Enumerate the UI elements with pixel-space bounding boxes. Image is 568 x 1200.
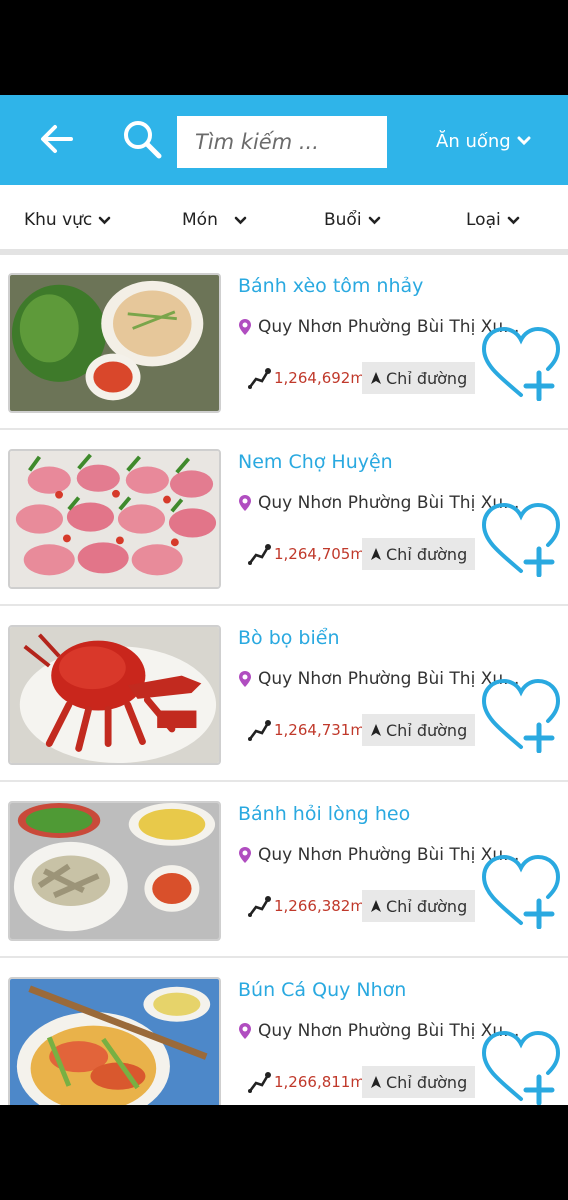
food-image [8,273,221,413]
distance-row: 1,266,382m Chỉ đường [248,890,476,922]
filter-label: Khu vực [24,210,93,230]
list-item[interactable]: Bò bọ biển Quy Nhơn Phường Bùi Thị Xu...… [0,607,568,782]
route-icon [248,368,271,389]
food-image [8,625,221,765]
back-button[interactable] [34,117,78,161]
chevron-down-icon [517,136,531,146]
navigation-bar-area [0,1105,568,1200]
item-title[interactable]: Bánh xèo tôm nhảy [238,275,423,297]
navigation-arrow-icon [371,1076,381,1088]
header-bar: Ăn uống [0,95,568,185]
location-pin-icon [239,495,251,511]
list-item[interactable]: Nem Chợ Huyện Quy Nhơn Phường Bùi Thị Xu… [0,431,568,606]
filter-label: Món [182,210,218,230]
filter-area[interactable]: Khu vực [24,210,111,230]
filter-label: Buổi [324,210,362,230]
route-icon [248,896,271,917]
directions-button[interactable]: Chỉ đường [362,714,476,746]
chevron-down-icon [507,216,520,224]
food-image [8,977,221,1105]
filter-label: Loại [466,210,501,230]
item-title[interactable]: Bánh hỏi lòng heo [238,803,410,825]
filter-meal-time[interactable]: Buổi [324,210,381,230]
directions-label: Chỉ đường [386,1072,468,1092]
distance-row: 1,264,705m Chỉ đường [248,538,476,570]
directions-button[interactable]: Chỉ đường [362,1066,476,1098]
location-pin-icon [239,847,251,863]
item-title[interactable]: Nem Chợ Huyện [238,451,393,473]
add-favorite-heart-icon[interactable] [480,853,562,929]
route-icon [248,720,271,741]
directions-label: Chỉ đường [386,896,468,916]
route-icon [248,544,271,565]
distance-row: 1,266,811m Chỉ đường [248,1066,476,1098]
add-favorite-heart-icon[interactable] [480,677,562,753]
food-image [8,801,221,941]
distance-text: 1,266,811m [274,1073,362,1091]
chevron-down-icon [98,216,111,224]
item-title[interactable]: Bò bọ biển [238,627,340,649]
search-button[interactable] [118,115,166,163]
category-dropdown[interactable]: Ăn uống [436,127,531,155]
location-pin-icon [239,1023,251,1039]
search-icon [124,121,162,159]
directions-label: Chỉ đường [386,368,468,388]
chevron-down-icon [234,216,247,224]
directions-button[interactable]: Chỉ đường [362,538,476,570]
distance-text: 1,266,382m [274,897,362,915]
navigation-arrow-icon [371,900,381,912]
navigation-arrow-icon [371,372,381,384]
distance-row: 1,264,731m Chỉ đường [248,714,476,746]
distance-text: 1,264,692m [274,369,362,387]
location-pin-icon [239,671,251,687]
app-screen: Ăn uống Khu vực Món Buổi Loại [0,95,568,1105]
list-item[interactable]: Bánh hỏi lòng heo Quy Nhơn Phường Bùi Th… [0,783,568,958]
distance-text: 1,264,705m [274,545,362,563]
filter-bar: Khu vực Món Buổi Loại [0,195,568,249]
arrow-left-icon [41,125,73,153]
directions-label: Chỉ đường [386,544,468,564]
navigation-arrow-icon [371,724,381,736]
directions-label: Chỉ đường [386,720,468,740]
add-favorite-heart-icon[interactable] [480,501,562,577]
directions-button[interactable]: Chỉ đường [362,362,476,394]
add-favorite-heart-icon[interactable] [480,1029,562,1105]
filter-type[interactable]: Loại [466,210,520,230]
chevron-down-icon [368,216,380,224]
status-bar-area [0,0,568,95]
distance-row: 1,264,692m Chỉ đường [248,362,476,394]
food-image [8,449,221,589]
search-input[interactable] [177,116,387,168]
route-icon [248,1072,271,1093]
navigation-arrow-icon [371,548,381,560]
filter-dish[interactable]: Món [182,210,247,230]
list-item[interactable]: Bún Cá Quy Nhơn Quy Nhơn Phường Bùi Thị … [0,959,568,1105]
item-title[interactable]: Bún Cá Quy Nhơn [238,979,406,1001]
list-item[interactable]: Bánh xèo tôm nhảy Quy Nhơn Phường Bùi Th… [0,255,568,430]
category-label: Ăn uống [436,130,511,152]
location-pin-icon [239,319,251,335]
directions-button[interactable]: Chỉ đường [362,890,476,922]
distance-text: 1,264,731m [274,721,362,739]
add-favorite-heart-icon[interactable] [480,325,562,401]
